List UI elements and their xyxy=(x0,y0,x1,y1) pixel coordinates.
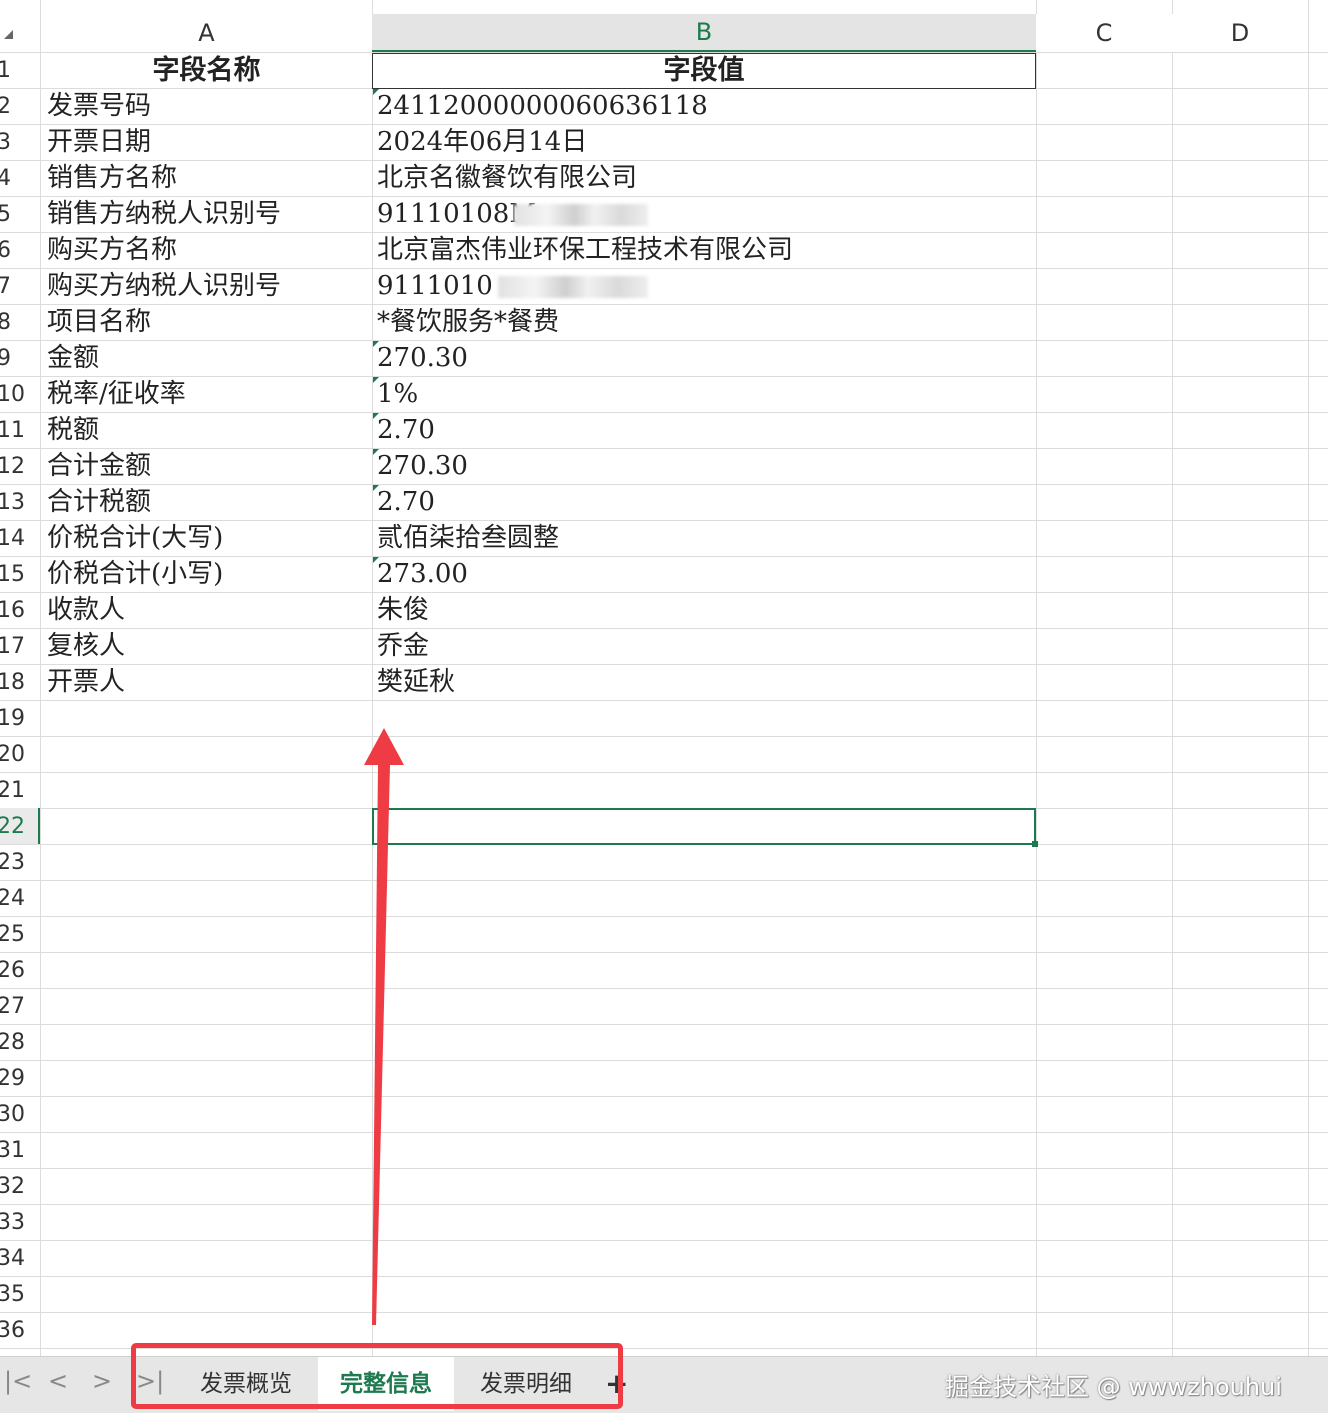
annotation-arrow-icon xyxy=(364,728,404,1325)
